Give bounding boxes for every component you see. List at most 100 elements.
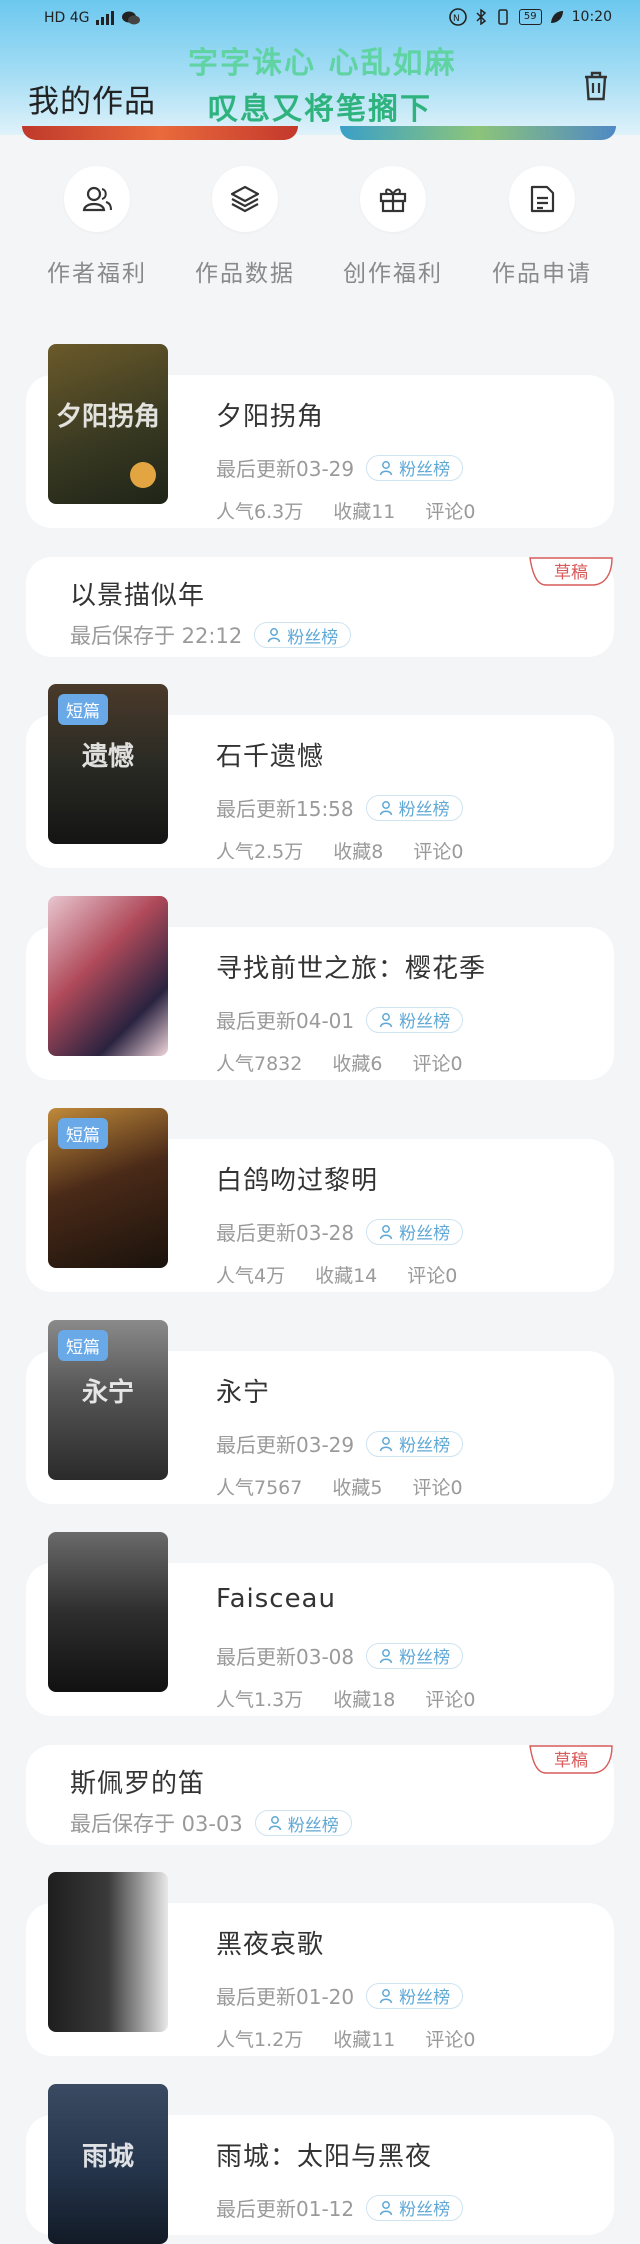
book-cover[interactable] bbox=[48, 896, 168, 1056]
comments: 评论0 bbox=[425, 501, 476, 523]
popularity: 人气4万 bbox=[216, 1265, 286, 1287]
popularity: 人气1.2万 bbox=[216, 2029, 304, 2051]
draft-title: 斯佩罗的笛 bbox=[70, 1769, 206, 1799]
comments: 评论0 bbox=[412, 1477, 463, 1499]
quick-action-author-benefits[interactable]: 作者福利 bbox=[27, 166, 167, 288]
work-updated: 最后更新03-28 bbox=[216, 1221, 355, 1245]
fan-ranking-badge[interactable]: 粉丝榜 bbox=[366, 1430, 464, 1457]
work-stats: 人气1.2万 收藏11 评论0 bbox=[216, 2025, 476, 2052]
favorites: 收藏6 bbox=[332, 1053, 383, 1075]
user-icon bbox=[379, 460, 393, 475]
draft-title: 以景描似年 bbox=[70, 581, 206, 611]
fan-ranking-badge[interactable]: 粉丝榜 bbox=[366, 1006, 464, 1033]
user-icon bbox=[379, 2200, 393, 2215]
work-meta: 最后更新01-20 粉丝榜 bbox=[216, 1981, 464, 2010]
work-updated: 最后更新01-12 bbox=[216, 2197, 355, 2221]
work-stats: 人气7832 收藏6 评论0 bbox=[216, 1049, 463, 1076]
trash-button[interactable] bbox=[578, 68, 614, 104]
fan-ranking-badge[interactable]: 粉丝榜 bbox=[366, 454, 464, 481]
layers-icon bbox=[230, 185, 260, 213]
cover-title: 雨城 bbox=[81, 2142, 134, 2172]
vibrate-icon bbox=[498, 9, 508, 25]
status-left: HD 4G bbox=[44, 10, 140, 26]
banner-line2: 叹息又将笔搁下 bbox=[208, 92, 432, 127]
book-cover[interactable]: 短篇 bbox=[48, 1108, 168, 1268]
user-icon bbox=[379, 1224, 393, 1239]
favorites: 收藏11 bbox=[333, 501, 396, 523]
popularity: 人气6.3万 bbox=[216, 501, 304, 523]
popularity: 人气1.3万 bbox=[216, 1689, 304, 1711]
document-icon bbox=[530, 185, 555, 213]
quick-action-creation-benefits[interactable]: 创作福利 bbox=[323, 166, 463, 288]
work-title: 石千遗憾 bbox=[216, 742, 325, 772]
quick-action-work-data[interactable]: 作品数据 bbox=[175, 166, 315, 288]
draft-saved: 最后保存于 22:12 bbox=[70, 624, 243, 648]
book-cover[interactable]: 雨城 bbox=[48, 2084, 168, 2244]
draft-badge: 草稿 bbox=[528, 1745, 614, 1775]
user-group-icon bbox=[82, 186, 112, 212]
quick-action-work-application[interactable]: 作品申请 bbox=[472, 166, 612, 288]
favorites: 收藏11 bbox=[333, 2029, 396, 2051]
fan-ranking-badge[interactable]: 粉丝榜 bbox=[254, 622, 352, 648]
quick-action-label: 作品数据 bbox=[195, 261, 295, 287]
fan-ranking-label: 粉丝榜 bbox=[399, 1436, 451, 1456]
book-cover[interactable]: 短篇遗憾 bbox=[48, 684, 168, 844]
comments: 评论0 bbox=[412, 1053, 463, 1075]
work-updated: 最后更新03-29 bbox=[216, 457, 355, 481]
work-meta: 最后更新03-28 粉丝榜 bbox=[216, 1217, 464, 1246]
comments: 评论0 bbox=[425, 1689, 476, 1711]
favorites: 收藏18 bbox=[333, 1689, 396, 1711]
work-title: 黑夜哀歌 bbox=[216, 1930, 325, 1960]
fan-ranking-label: 粉丝榜 bbox=[399, 1012, 451, 1032]
short-story-tag: 短篇 bbox=[58, 694, 108, 725]
work-stats: 人气2.5万 收藏8 评论0 bbox=[216, 837, 463, 864]
signal-icon bbox=[95, 11, 114, 25]
fan-ranking-badge[interactable]: 粉丝榜 bbox=[254, 1810, 352, 1836]
work-meta: 最后更新15:58 粉丝榜 bbox=[216, 793, 463, 822]
fan-ranking-label: 粉丝榜 bbox=[287, 1815, 339, 1836]
fan-ranking-badge[interactable]: 粉丝榜 bbox=[366, 2194, 464, 2221]
book-cover[interactable]: 短篇 永宁 bbox=[48, 1320, 168, 1480]
book-cover[interactable] bbox=[48, 1872, 168, 2032]
fan-ranking-label: 粉丝榜 bbox=[399, 460, 451, 480]
work-meta: 最后更新03-29 粉丝榜 bbox=[216, 1429, 464, 1458]
draft-meta: 最后保存于 03-03 粉丝榜 bbox=[70, 1808, 352, 1838]
book-cover[interactable] bbox=[48, 1532, 168, 1692]
work-updated: 最后更新15:58 bbox=[216, 797, 354, 821]
work-title: 雨城：太阳与黑夜 bbox=[216, 2142, 433, 2172]
draft-label: 草稿 bbox=[554, 1751, 588, 1771]
header: HD 4G N 59 10:20 我的作品 字字诛心 心乱如麻 叹息又将笔搁下 bbox=[0, 0, 640, 135]
book-cover[interactable]: 夕阳拐角 bbox=[48, 344, 168, 504]
quick-action-label: 创作福利 bbox=[343, 261, 443, 287]
battery-indicator: 59 bbox=[518, 9, 542, 25]
svg-text:N: N bbox=[453, 14, 460, 24]
user-icon bbox=[379, 1436, 393, 1451]
fan-ranking-badge[interactable]: 粉丝榜 bbox=[366, 1642, 464, 1669]
nfc-icon: N bbox=[449, 8, 467, 26]
leaf-icon bbox=[550, 11, 563, 23]
trash-icon bbox=[585, 71, 607, 101]
fan-ranking-badge[interactable]: 粉丝榜 bbox=[365, 794, 463, 821]
cover-title: 永宁 bbox=[81, 1378, 134, 1408]
short-story-tag: 短篇 bbox=[58, 1118, 108, 1149]
fan-ranking-badge[interactable]: 粉丝榜 bbox=[366, 1218, 464, 1245]
work-title: 寻找前世之旅：樱花季 bbox=[216, 954, 487, 984]
fan-ranking-badge[interactable]: 粉丝榜 bbox=[366, 1982, 464, 2009]
draft-meta: 最后保存于 22:12 粉丝榜 bbox=[70, 620, 352, 650]
status-bar: HD 4G N 59 10:20 bbox=[0, 0, 640, 36]
popularity: 人气7567 bbox=[216, 1477, 303, 1499]
favorites: 收藏14 bbox=[315, 1265, 378, 1287]
work-title: Faisceau bbox=[216, 1584, 336, 1614]
comments: 评论0 bbox=[425, 2029, 476, 2051]
user-icon bbox=[379, 800, 392, 815]
cover-title: 遗憾 bbox=[81, 742, 134, 772]
gift-icon bbox=[379, 188, 407, 213]
banner-image-left[interactable] bbox=[22, 126, 298, 140]
favorites: 收藏8 bbox=[333, 841, 384, 863]
page-title: 我的作品 bbox=[28, 84, 156, 120]
user-icon bbox=[379, 1012, 393, 1027]
work-meta: 最后更新03-08 粉丝榜 bbox=[216, 1641, 464, 1670]
banner-image-right[interactable] bbox=[340, 126, 616, 140]
user-icon bbox=[267, 628, 281, 643]
popularity: 人气2.5万 bbox=[216, 841, 304, 863]
